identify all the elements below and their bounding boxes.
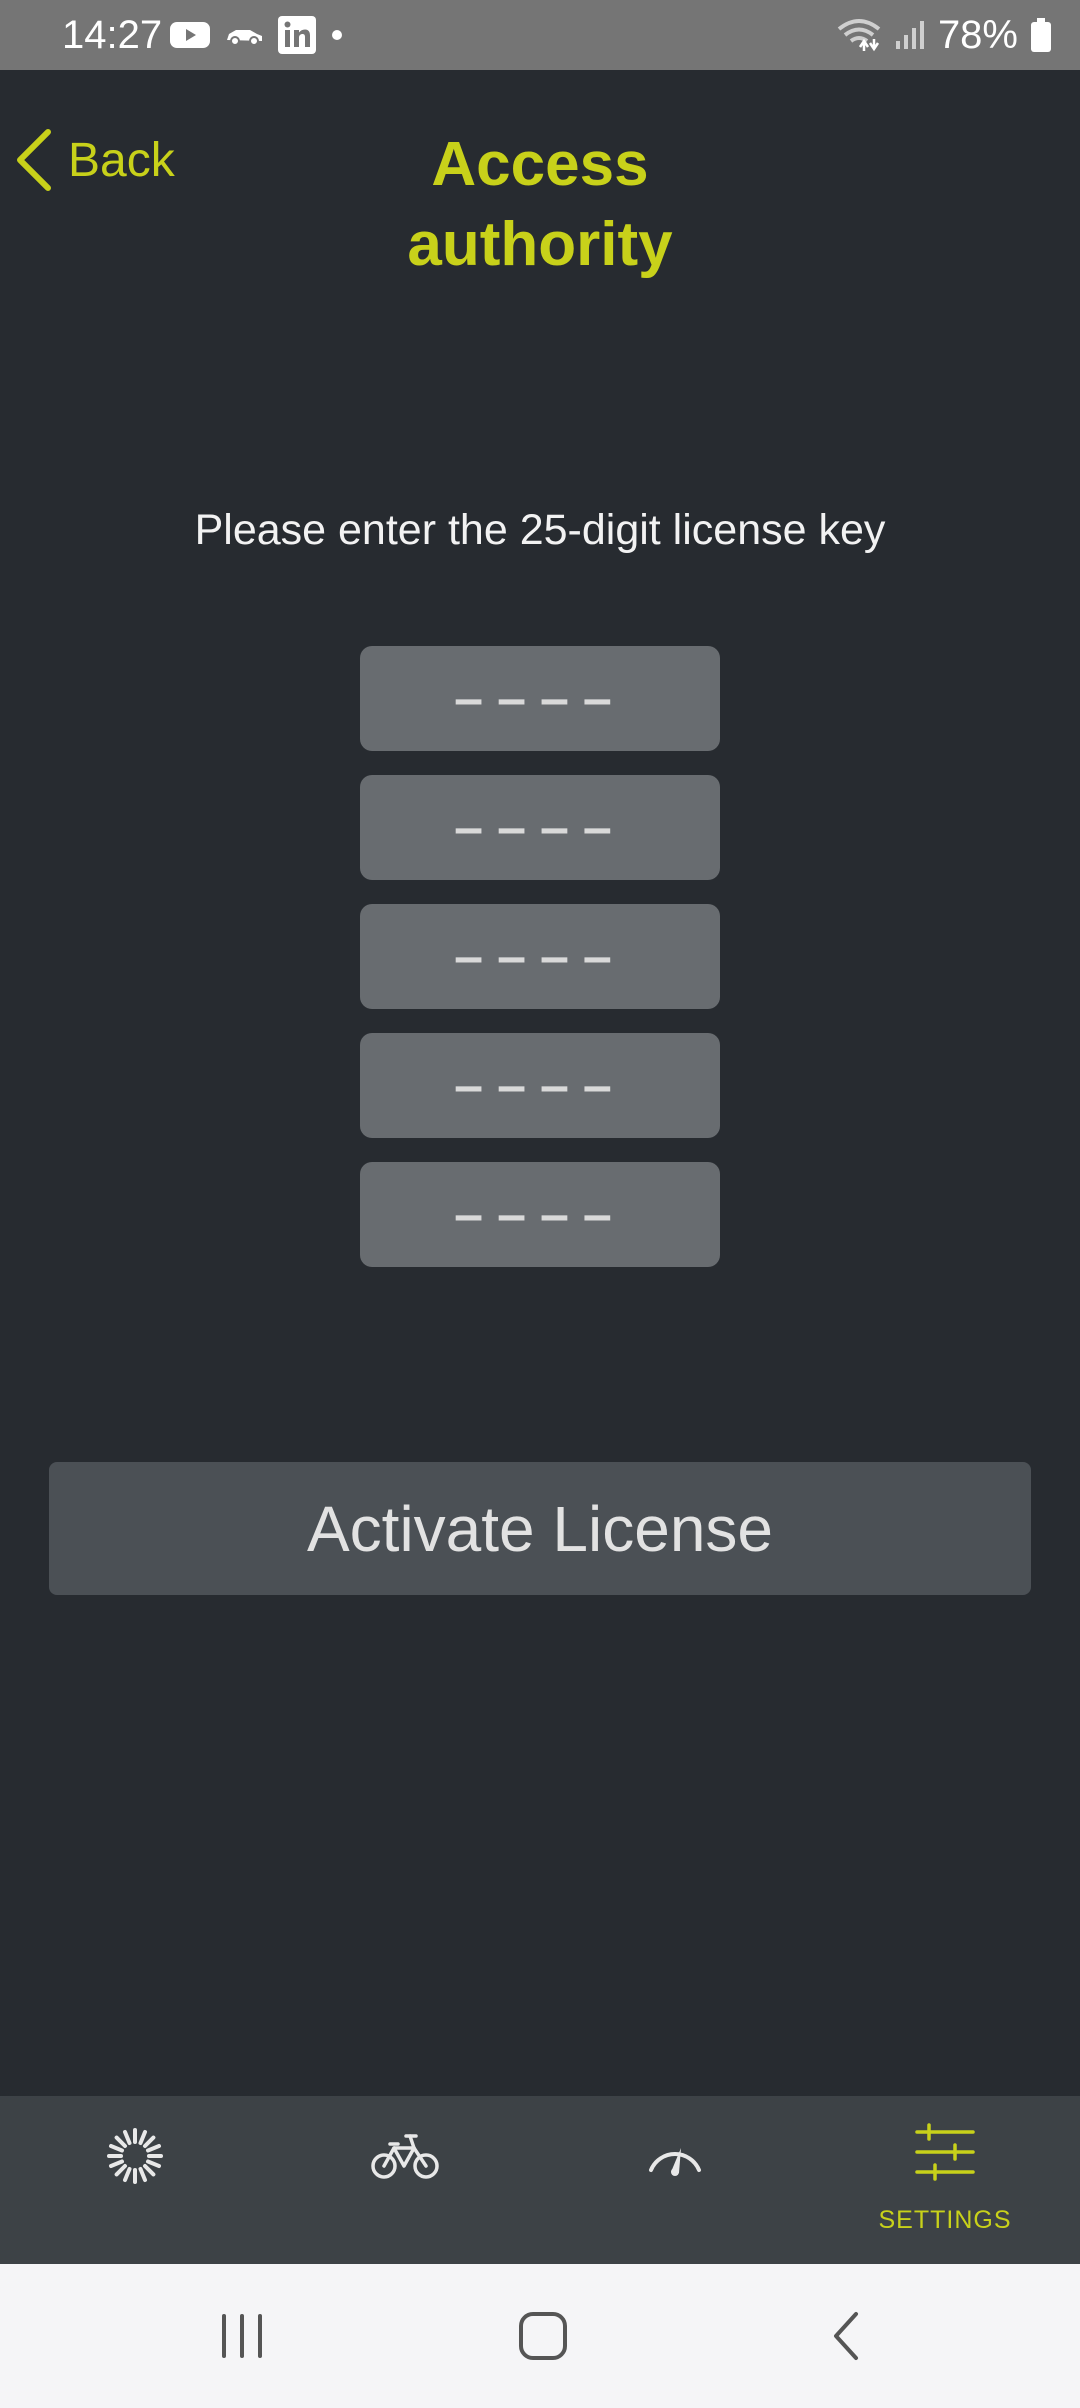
youtube-icon <box>170 22 210 48</box>
speedometer-icon <box>649 2148 701 2176</box>
license-key-segment-4[interactable] <box>360 1032 720 1139</box>
home-icon <box>519 2312 567 2360</box>
nav-item-bike[interactable] <box>270 2096 540 2264</box>
system-status-icons: 78% <box>836 10 1052 60</box>
bottom-navigation: SETTINGS <box>0 2096 1080 2264</box>
app-header: Back Access authority <box>0 70 1080 279</box>
license-key-segment-3[interactable] <box>360 903 720 1010</box>
dot-icon <box>332 30 342 40</box>
system-navigation-bar <box>0 2264 1080 2408</box>
status-bar: 14:27 78% <box>0 0 1080 70</box>
back-button[interactable]: Back <box>14 120 175 200</box>
nav-item-settings[interactable]: SETTINGS <box>810 2096 1080 2264</box>
nav-label-settings: SETTINGS <box>878 2206 1012 2234</box>
battery-icon <box>1031 18 1051 52</box>
license-key-input-2[interactable] <box>360 774 720 881</box>
notification-icons <box>170 14 344 56</box>
system-back-button[interactable] <box>806 2304 886 2368</box>
license-key-segment-2[interactable] <box>360 774 720 881</box>
sliders-icon <box>915 2123 975 2181</box>
license-key-fields <box>360 645 720 1291</box>
linkedin-icon <box>278 16 316 54</box>
license-key-input-5[interactable] <box>360 1161 720 1268</box>
nav-item-speedometer[interactable] <box>540 2096 810 2264</box>
recent-apps-icon <box>222 2314 262 2358</box>
signal-icon <box>895 21 924 49</box>
activate-license-button[interactable]: Activate License <box>49 1462 1031 1595</box>
bicycle-icon <box>371 2134 439 2179</box>
nav-item-status[interactable] <box>0 2096 270 2264</box>
wifi-icon <box>837 19 881 52</box>
car-icon <box>227 30 262 46</box>
back-label: Back <box>68 133 175 187</box>
license-prompt: Please enter the 25-digit license key <box>194 506 886 554</box>
license-key-input-1[interactable] <box>360 645 720 752</box>
home-button[interactable] <box>503 2304 583 2368</box>
license-key-input-3[interactable] <box>360 903 720 1010</box>
license-key-segment-5[interactable] <box>360 1161 720 1268</box>
battery-percentage: 78% <box>937 13 1018 57</box>
license-key-input-4[interactable] <box>360 1032 720 1139</box>
license-key-segment-1[interactable] <box>360 645 720 752</box>
status-time: 14:27 <box>62 13 163 57</box>
back-arrow-icon <box>834 2312 858 2360</box>
loading-spinner-icon <box>107 2128 163 2184</box>
page-title: Access authority <box>407 130 673 279</box>
recent-apps-button[interactable] <box>202 2304 282 2368</box>
chevron-left-icon <box>17 129 51 191</box>
